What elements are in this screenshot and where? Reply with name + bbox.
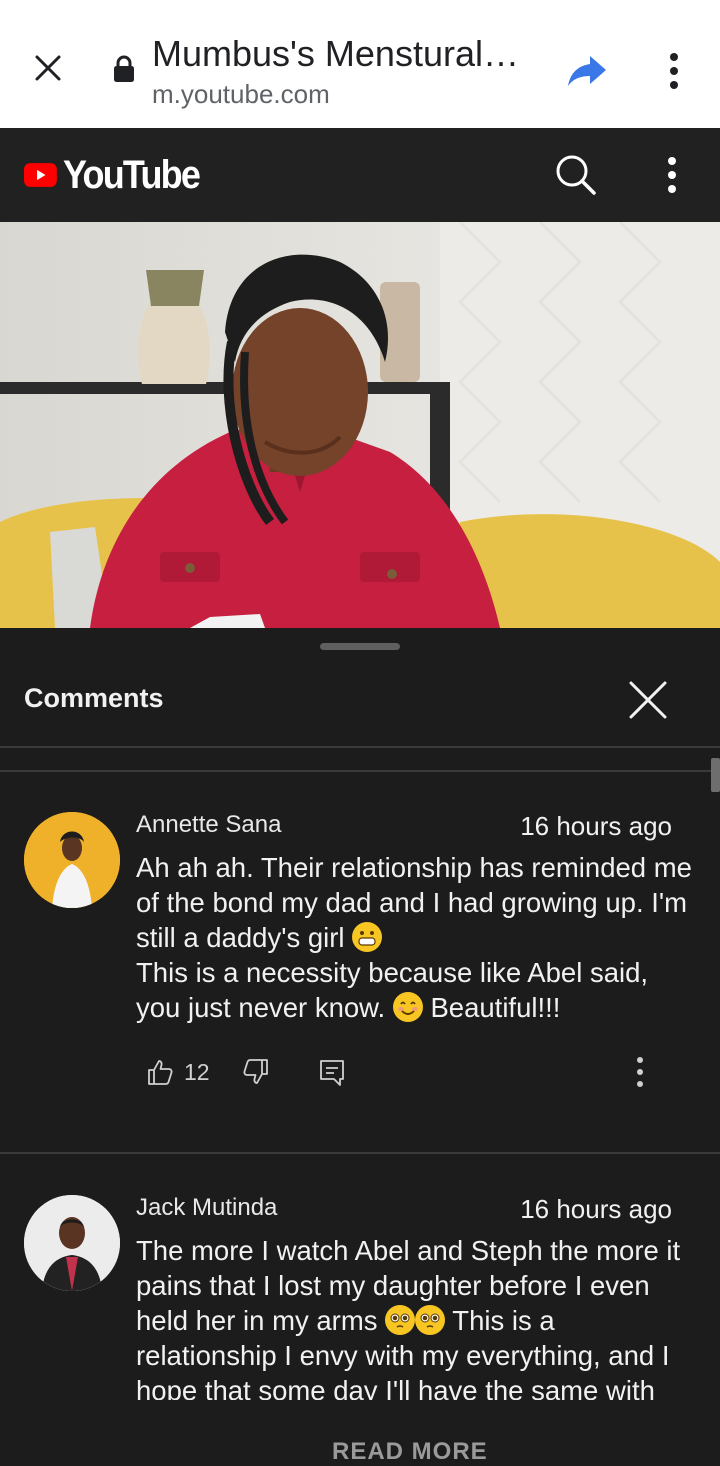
share-icon[interactable]: [564, 48, 610, 94]
comment-text: Ah ah ah. Their relationship has reminde…: [136, 850, 696, 1025]
more-vert-icon[interactable]: [628, 1054, 652, 1090]
comment-text-line: Beautiful!!!: [430, 992, 561, 1023]
comments-panel: Comments Annette Sana 16 hours ago Ah ah…: [0, 628, 720, 1450]
like-button[interactable]: 12: [146, 1058, 210, 1086]
like-count: 12: [184, 1058, 210, 1085]
comment-text: The more I watch Abel and Steph the more…: [136, 1233, 696, 1405]
comment-reply-icon: [320, 1060, 344, 1086]
youtube-logo[interactable]: YouTube: [24, 152, 214, 198]
avatar[interactable]: [24, 812, 120, 908]
browser-toolbar: Mumbus's Menstural… m.youtube.com: [0, 0, 720, 128]
close-icon[interactable]: [624, 676, 672, 724]
search-icon[interactable]: [552, 152, 600, 198]
divider: [0, 770, 720, 772]
dislike-button[interactable]: [242, 1058, 270, 1086]
reply-button[interactable]: [318, 1058, 346, 1088]
thumbs-down-icon: [243, 1059, 268, 1084]
page-url: m.youtube.com: [152, 79, 330, 109]
avatar[interactable]: [24, 1195, 120, 1291]
youtube-play-icon: [24, 163, 57, 187]
youtube-logo-text: YouTube: [62, 153, 201, 197]
drag-handle[interactable]: [320, 643, 400, 650]
read-more-link[interactable]: READ MORE: [332, 1438, 488, 1466]
more-vert-icon[interactable]: [656, 48, 692, 94]
comment-author[interactable]: Jack Mutinda: [136, 1193, 277, 1223]
pleading-face-emoji-icon: [385, 1305, 416, 1335]
close-icon[interactable]: [26, 46, 70, 90]
page-title: Mumbus's Menstural…: [152, 33, 519, 74]
scrollbar[interactable]: [711, 758, 720, 792]
thumbs-up-icon: [148, 1060, 173, 1085]
comment-author[interactable]: Annette Sana: [136, 810, 281, 840]
video-frame-image: [0, 222, 720, 628]
comments-title: Comments: [24, 683, 164, 713]
more-vert-icon[interactable]: [654, 152, 690, 198]
comment-timestamp: 16 hours ago: [520, 811, 672, 841]
smiling-emoji-icon: [392, 992, 423, 1022]
pleading-face-emoji-icon: [415, 1305, 446, 1335]
comment-text-line: Ah ah ah. Their relationship has reminde…: [136, 852, 692, 953]
lock-icon: [112, 54, 136, 84]
divider: [0, 1152, 720, 1154]
grinning-emoji-icon: [352, 922, 383, 952]
video-player[interactable]: [0, 222, 720, 628]
comment-timestamp: 16 hours ago: [520, 1194, 672, 1224]
divider: [0, 746, 720, 748]
